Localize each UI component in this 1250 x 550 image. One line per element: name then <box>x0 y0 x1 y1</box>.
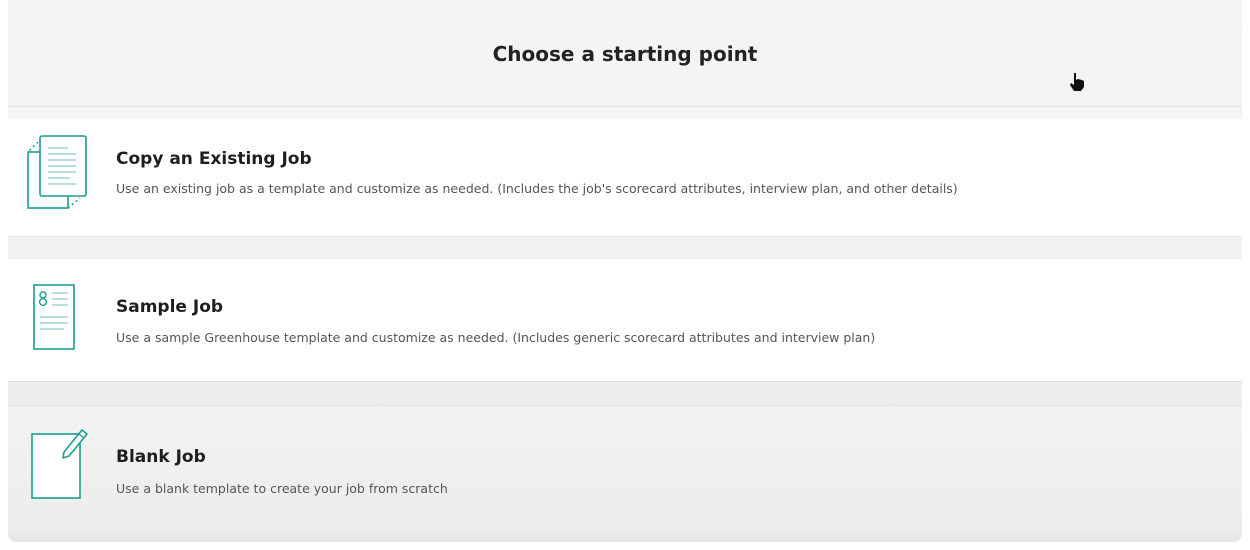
starting-point-dialog: Choose a starting point Copy an Existing… <box>8 0 1242 542</box>
hand-pointer-cursor-icon <box>1070 73 1084 91</box>
option-blank-job[interactable]: Blank Job Use a blank template to create… <box>8 405 1242 532</box>
option-copy-existing-job[interactable]: Copy an Existing Job Use an existing job… <box>8 117 1242 237</box>
option-description: Use a sample Greenhouse template and cus… <box>116 330 876 345</box>
page-title: Choose a starting point <box>492 42 758 66</box>
page: Choose a starting point Copy an Existing… <box>0 0 1250 550</box>
option-title: Copy an Existing Job <box>116 149 312 169</box>
dialog-header: Choose a starting point <box>8 0 1242 107</box>
blank-page-pen-icon <box>31 429 88 499</box>
option-sample-job[interactable]: Sample Job Use a sample Greenhouse templ… <box>8 258 1242 382</box>
option-title: Blank Job <box>116 447 206 467</box>
option-description: Use an existing job as a template and cu… <box>116 181 958 196</box>
option-description: Use a blank template to create your job … <box>116 481 448 496</box>
copy-document-icon <box>27 135 87 209</box>
option-title: Sample Job <box>116 297 224 317</box>
template-list-icon <box>33 284 75 350</box>
